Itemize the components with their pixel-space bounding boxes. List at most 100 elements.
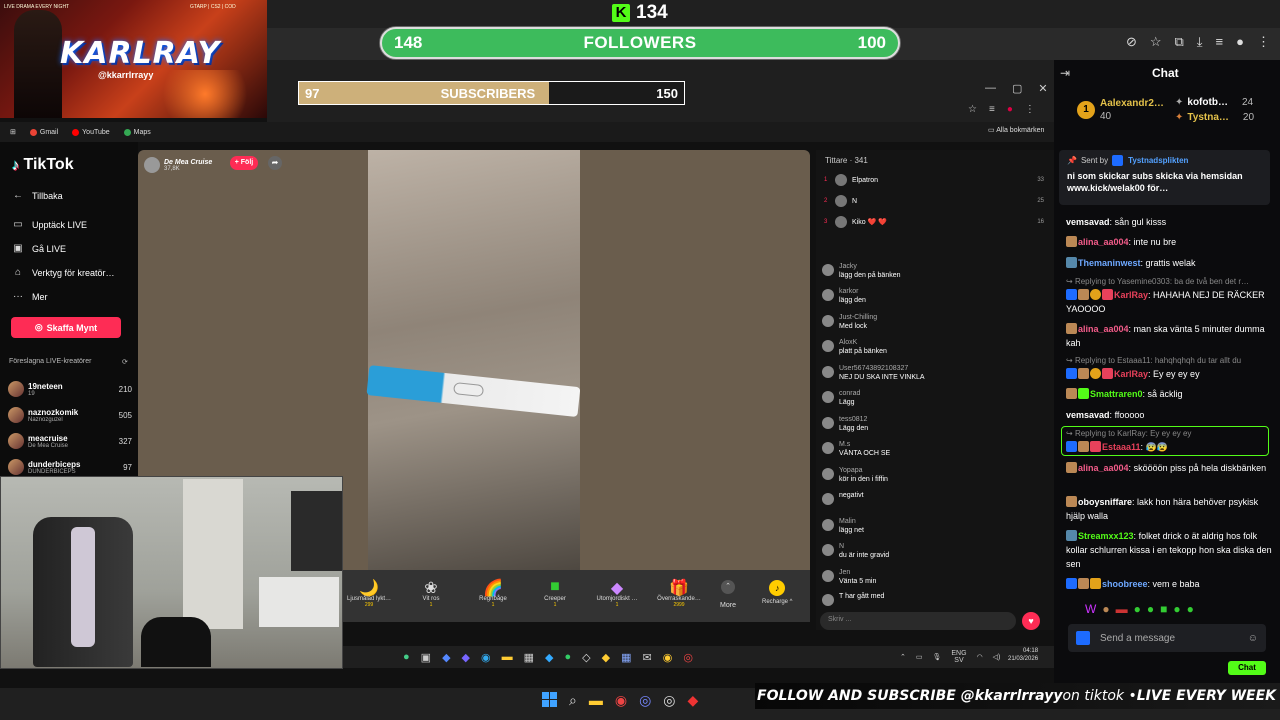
tiktok-studio-icon[interactable]: ◆ bbox=[688, 692, 699, 709]
emoji-icon[interactable]: ☺ bbox=[1248, 633, 1258, 644]
taskbar-app-icon[interactable]: ▦ bbox=[621, 651, 631, 664]
share-icon[interactable]: ➦ bbox=[268, 156, 282, 170]
star-icon[interactable]: ☆ bbox=[968, 104, 977, 115]
folder-icon[interactable]: ▬ bbox=[502, 651, 513, 663]
badge-icon bbox=[1066, 368, 1077, 379]
maximize-icon[interactable]: ▢ bbox=[1012, 82, 1022, 95]
top-gifter[interactable]: ✦ kofotb… 24 bbox=[1175, 97, 1253, 108]
heart-icon[interactable]: ♥ bbox=[1022, 612, 1040, 630]
kick-chat-input[interactable]: Send a message ☺ bbox=[1068, 624, 1266, 652]
taskbar-app-icon[interactable]: ◆ bbox=[602, 651, 610, 664]
menu-icon[interactable]: ⋮ bbox=[1025, 104, 1035, 115]
taskbar-app-icon[interactable]: ◆ bbox=[545, 651, 553, 664]
taskbar-app-icon[interactable]: ◆ bbox=[442, 651, 450, 664]
collapse-chat-icon[interactable]: ⇥ bbox=[1060, 66, 1070, 80]
nav-back[interactable]: ← Tillbaka bbox=[12, 190, 63, 201]
taskbar-app-icon[interactable]: ◎ bbox=[683, 651, 693, 664]
extensions-icon[interactable]: ⧉ bbox=[1175, 34, 1184, 50]
emote-icon[interactable]: ● bbox=[1102, 602, 1109, 616]
taskbar-app-icon[interactable]: ● bbox=[403, 651, 410, 663]
gift-item[interactable]: 🎁 Överraskande… 2999 bbox=[648, 570, 710, 608]
creator-item[interactable]: 19neteen 19 210 bbox=[8, 378, 132, 400]
follow-button[interactable]: + Följ bbox=[230, 156, 258, 170]
bookmark-youtube[interactable]: YouTube bbox=[72, 128, 110, 136]
tiktok-logo[interactable]: ♪ TikTok bbox=[12, 156, 74, 174]
chrome-icon[interactable]: ◉ bbox=[615, 692, 627, 709]
more-gifts-button[interactable]: ⌃ More bbox=[718, 580, 738, 609]
all-bookmarks[interactable]: ▭ Alla bokmärken bbox=[988, 126, 1044, 134]
emote-icon[interactable]: ● bbox=[1134, 602, 1141, 616]
emote-icon[interactable]: W bbox=[1085, 602, 1096, 616]
mic-icon[interactable]: 🎙 bbox=[933, 653, 942, 661]
taskbar-app-icon[interactable]: ▣ bbox=[421, 651, 431, 664]
gift-item[interactable]: ■ Creeper 1 bbox=[524, 570, 586, 608]
star-icon[interactable]: ☆ bbox=[1150, 34, 1162, 50]
gift-item[interactable]: ❀ Vit ros 1 bbox=[400, 570, 462, 608]
emote-icon[interactable]: ■ bbox=[1160, 602, 1167, 616]
badge-icon bbox=[1112, 155, 1124, 166]
follow-ticker: FOLLOW AND SUBSCRIBE @kkarrlrrayy on tik… bbox=[755, 683, 1280, 709]
nav-discover-live[interactable]: ▭ Upptäck LIVE bbox=[12, 219, 87, 230]
nav-go-live[interactable]: ▣ Gå LIVE bbox=[12, 243, 66, 254]
minimize-icon[interactable]: — bbox=[985, 82, 996, 95]
badge-icon bbox=[1078, 289, 1089, 300]
emote-icon[interactable]: ● bbox=[1147, 602, 1154, 616]
creator-item[interactable]: meacruise De Mea Cruise 327 bbox=[8, 430, 132, 452]
store-icon[interactable]: ▦ bbox=[524, 651, 534, 664]
close-icon[interactable]: ✕ bbox=[1038, 82, 1047, 95]
emote-icon[interactable]: ● bbox=[1173, 602, 1180, 616]
taskbar-app-icon[interactable]: ◆ bbox=[462, 651, 470, 664]
top-viewer[interactable]: 2 N 25 bbox=[824, 193, 1044, 209]
taskbar-app-icon[interactable]: ● bbox=[564, 651, 571, 663]
nav-creator-tools[interactable]: ⌂ Verktyg för kreatör… bbox=[12, 267, 115, 278]
profile-avatar[interactable]: ● bbox=[1236, 34, 1244, 50]
edge-icon[interactable]: ◉ bbox=[481, 651, 491, 664]
taskbar-app-icon[interactable]: ◇ bbox=[582, 651, 590, 664]
creator-item[interactable]: naznozkomik Naznozguzel 505 bbox=[8, 404, 132, 426]
gift-item[interactable]: 🌙 Ljusmålad lykt… 299 bbox=[338, 570, 400, 608]
send-chat-button[interactable]: Chat bbox=[1228, 661, 1266, 675]
top-viewer[interactable]: 1 Elpatron 33 bbox=[824, 172, 1044, 188]
nav-more[interactable]: ··· Mer bbox=[12, 291, 48, 302]
apps-icon[interactable]: ⊞ bbox=[10, 128, 16, 136]
network-icon[interactable]: ▭ bbox=[916, 653, 923, 661]
avatar bbox=[822, 391, 834, 403]
media-icon[interactable]: ≡ bbox=[989, 104, 995, 115]
avatar bbox=[822, 570, 834, 582]
streamer-info[interactable]: De Mea Cruise 37,8K bbox=[144, 154, 284, 176]
windows-start-icon[interactable] bbox=[542, 692, 557, 707]
avatar bbox=[835, 174, 847, 186]
volume-icon[interactable]: ◁) bbox=[993, 653, 1001, 661]
folder-icon[interactable]: ▬ bbox=[589, 692, 603, 709]
bookmark-gmail[interactable]: Gmail bbox=[29, 128, 58, 136]
mail-icon[interactable]: ✉ bbox=[642, 651, 651, 664]
recharge-button[interactable]: ♪ Recharge ^ bbox=[762, 580, 793, 605]
language-indicator[interactable]: ENG SV bbox=[951, 650, 966, 664]
gift-item[interactable]: ◆ Utomjordiskt … 1 bbox=[586, 570, 648, 608]
discord-icon[interactable]: ◎ bbox=[639, 692, 651, 709]
emote-icon[interactable]: ▬ bbox=[1116, 602, 1128, 616]
clock[interactable]: 04:18 21/03/2026 bbox=[1008, 647, 1038, 663]
chrome-icon[interactable]: ◉ bbox=[663, 651, 673, 664]
search-icon[interactable]: ⌕ bbox=[569, 692, 577, 709]
refresh-icon[interactable]: ⟳ bbox=[122, 358, 128, 366]
gift-item[interactable]: 🌈 Regnbåge 1 bbox=[462, 570, 524, 608]
top-gifter[interactable]: ✦ Tystna… 20 bbox=[1175, 112, 1254, 123]
profile-avatar[interactable]: ● bbox=[1007, 104, 1013, 115]
top-gifter[interactable]: Aalexandr2… 40 bbox=[1100, 98, 1164, 122]
get-coins-button[interactable]: ◎ Skaffa Mynt bbox=[11, 317, 121, 338]
creator-item[interactable]: dunderbiceps DUNDERBICEPS 97 bbox=[8, 456, 132, 478]
bookmark-maps[interactable]: Maps bbox=[123, 128, 151, 136]
media-icon[interactable]: ≡ bbox=[1216, 34, 1224, 50]
eye-slash-icon[interactable]: ⊘ bbox=[1126, 34, 1137, 50]
menu-icon[interactable]: ⋮ bbox=[1257, 34, 1270, 50]
chevron-up-icon[interactable]: ⌃ bbox=[900, 653, 906, 661]
download-icon[interactable]: ⤓ bbox=[1197, 34, 1203, 50]
emote-icon[interactable]: ● bbox=[1187, 602, 1194, 616]
pinned-message[interactable]: 📌 Sent by Tystnadsplikten ni som skickar s… bbox=[1059, 150, 1270, 205]
badge-icon bbox=[1090, 578, 1101, 589]
wifi-icon[interactable]: ◠ bbox=[977, 653, 983, 661]
tiktok-chat-input[interactable]: Skriv ... bbox=[820, 612, 1016, 630]
top-viewer[interactable]: 3 Kiko ❤️ ❤️ 16 bbox=[824, 214, 1044, 230]
obs-icon[interactable]: ◎ bbox=[663, 692, 675, 709]
